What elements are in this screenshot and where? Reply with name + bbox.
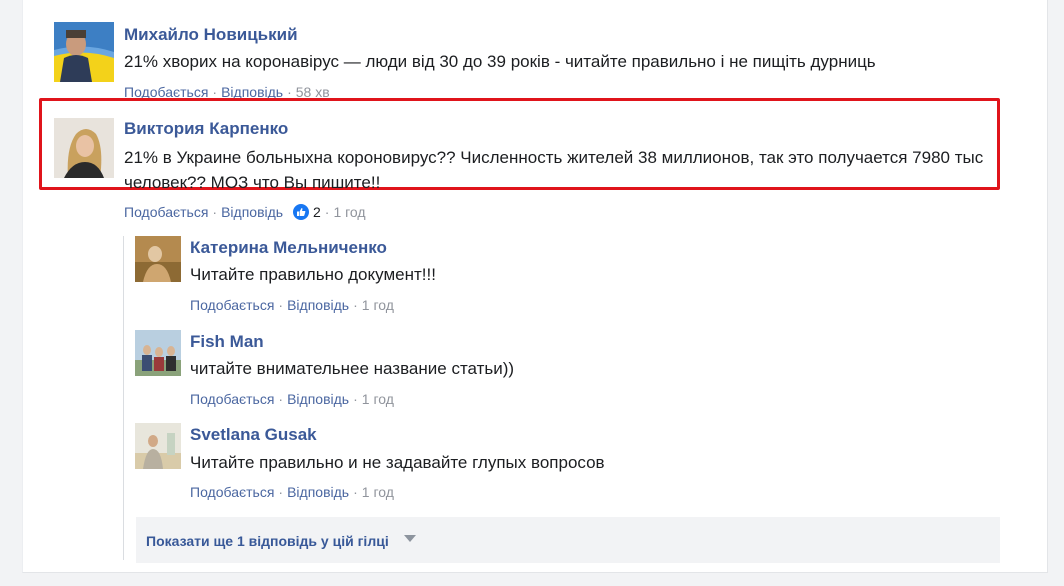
- like-link[interactable]: Подобається: [190, 484, 274, 500]
- separator-dot: ·: [212, 204, 218, 220]
- reaction-count: 2: [312, 204, 321, 220]
- reply-text: читайте внимательнее название статьи)): [190, 359, 515, 378]
- separator-dot: ·: [353, 391, 358, 407]
- avatar[interactable]: [135, 423, 181, 469]
- separator-dot: ·: [278, 391, 284, 407]
- avatar[interactable]: [135, 236, 181, 282]
- reply-link[interactable]: Відповідь: [287, 484, 349, 500]
- show-more-replies-bar[interactable]: Показати ще 1 відповідь у цій гілці: [136, 517, 1000, 563]
- like-link[interactable]: Подобається: [124, 204, 208, 220]
- reply-author[interactable]: Катерина Мельниченко: [190, 238, 387, 258]
- caret-down-icon[interactable]: [404, 535, 416, 542]
- reply-link[interactable]: Відповідь: [221, 204, 283, 220]
- reply-time[interactable]: 1 год: [362, 391, 394, 407]
- separator-dot: ·: [353, 484, 358, 500]
- thread-line: [123, 236, 124, 560]
- like-link[interactable]: Подобається: [190, 297, 274, 313]
- reply-text: Читайте правильно документ!!!: [190, 265, 436, 284]
- comment-text: 21% хворих на коронавірус — люди від 30 …: [124, 52, 876, 71]
- avatar[interactable]: [54, 118, 114, 178]
- reply-time[interactable]: 1 год: [362, 484, 394, 500]
- like-link[interactable]: Подобається: [190, 391, 274, 407]
- separator-dot: ·: [278, 297, 284, 313]
- reply-time[interactable]: 1 год: [362, 297, 394, 313]
- separator-dot: ·: [278, 484, 284, 500]
- avatar[interactable]: [135, 330, 181, 376]
- reply-link[interactable]: Відповідь: [287, 391, 349, 407]
- reply-actions: Подобається · Відповідь · 1 год: [190, 391, 394, 407]
- separator-dot: ·: [353, 297, 358, 313]
- comment-text: 21% в Украине больныхна короновирус?? Чи…: [124, 148, 984, 192]
- show-more-replies-link[interactable]: Показати ще 1 відповідь у цій гілці: [146, 533, 389, 549]
- reply-link[interactable]: Відповідь: [287, 297, 349, 313]
- comment-author[interactable]: Виктория Карпенко: [124, 119, 288, 139]
- reply-text: Читайте правильно и не задавайте глупых …: [190, 453, 605, 472]
- separator-dot: ·: [324, 204, 330, 220]
- reply-actions: Подобається · Відповідь · 1 год: [190, 297, 394, 313]
- reply-author[interactable]: Svetlana Gusak: [190, 425, 317, 445]
- reply-actions: Подобається · Відповідь · 1 год: [190, 484, 394, 500]
- comment-time[interactable]: 1 год: [333, 204, 365, 220]
- reply-author[interactable]: Fish Man: [190, 332, 264, 352]
- comment-author[interactable]: Михайло Новицький: [124, 25, 298, 45]
- comment-actions: Подобається · Відповідь 2 · 1 год: [124, 204, 366, 220]
- avatar[interactable]: [54, 22, 114, 82]
- thumbs-up-icon: [293, 204, 310, 220]
- reactions[interactable]: 2: [293, 204, 321, 220]
